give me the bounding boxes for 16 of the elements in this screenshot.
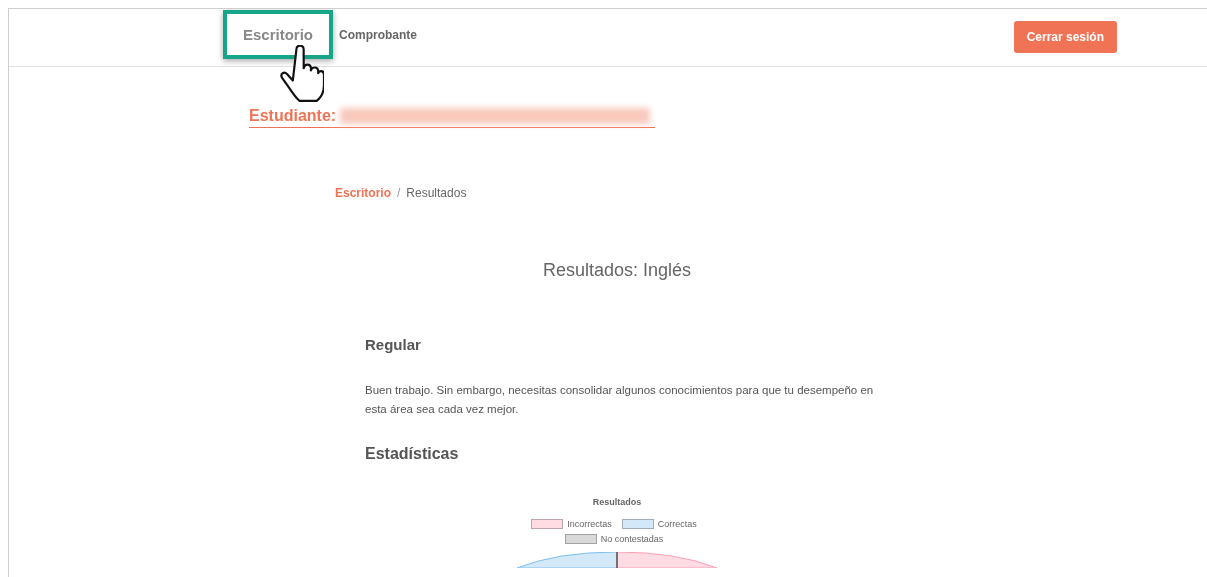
breadcrumb-link[interactable]: Escritorio [335,186,391,200]
chart-title: Resultados [592,497,642,507]
breadcrumb-current: Resultados [406,186,467,200]
statistics-heading: Estadísticas [365,445,460,463]
student-label: Estudiante: [249,107,337,125]
pointing-hand-icon [279,45,324,103]
result-level-heading: Regular [365,336,422,353]
result-message: Buen trabajo. Sin embargo, necesitas consolidar algunos conocimientos para que tu desempeño en esta área sea cada vez mejor. [365,383,875,417]
page-title: Resultados: Inglés [541,260,693,281]
legend-label: No contestadas [600,534,664,544]
logout-button[interactable]: Cerrar sesión [1013,20,1117,53]
legend-label: Correctas [657,519,697,529]
nav-link[interactable]: Escritorio [223,10,334,59]
breadcrumb-separator: / [397,186,401,200]
legend-label: Incorrectas [567,519,612,529]
nav-link[interactable]: Comprobante [339,23,418,46]
